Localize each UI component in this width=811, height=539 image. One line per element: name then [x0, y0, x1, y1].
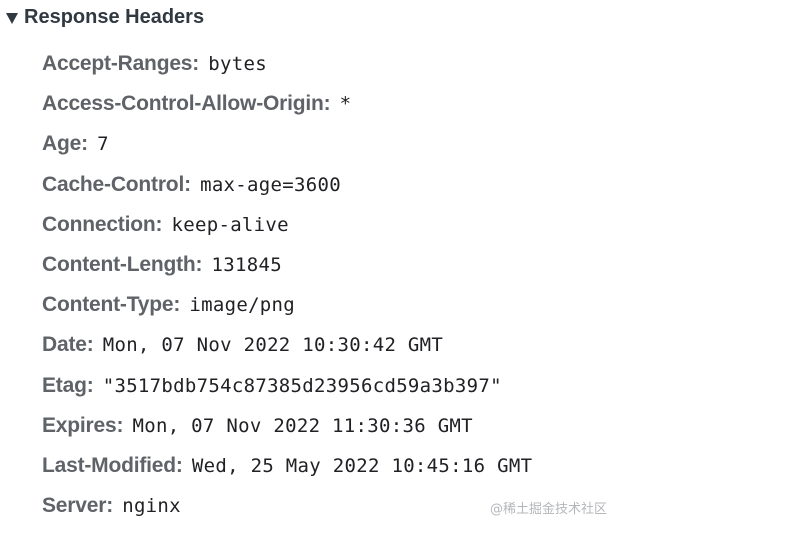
header-name: Server — [42, 494, 107, 518]
header-value: "3517bdb754c87385d23956cd59a3b397" — [102, 374, 502, 397]
header-name: Content-Type — [42, 293, 174, 317]
header-separator: : — [323, 92, 331, 116]
header-value: bytes — [208, 53, 267, 76]
header-value: image/png — [189, 294, 296, 317]
header-value: 7 — [97, 133, 109, 156]
header-separator: : — [86, 333, 94, 357]
header-value: Mon, 07 Nov 2022 11:30:36 GMT — [132, 414, 473, 437]
header-separator: : — [116, 413, 124, 437]
header-value: nginx — [122, 495, 181, 518]
header-row: Etag: "3517bdb754c87385d23956cd59a3b397" — [42, 366, 532, 406]
header-separator: : — [86, 373, 94, 397]
response-headers-panel: Response Headers Accept-Ranges: bytes Acc… — [0, 0, 811, 539]
header-name: Age — [42, 132, 82, 156]
header-value: 131845 — [211, 254, 282, 277]
watermark: @稀土掘金技术社区 — [490, 502, 608, 517]
header-separator: : — [81, 132, 89, 156]
header-value: max-age=3600 — [200, 173, 341, 196]
header-row: Age:7 — [42, 124, 532, 164]
section-title: Response Headers — [24, 5, 205, 28]
header-name: Date — [42, 333, 87, 357]
header-name: Cache-Control — [42, 172, 185, 196]
triangle-down-icon[interactable] — [6, 12, 18, 24]
header-name: Etag — [42, 373, 87, 397]
header-value: Wed, 25 May 2022 10:45:16 GMT — [191, 454, 533, 477]
response-headers-toggle[interactable]: Response Headers — [6, 4, 204, 30]
header-value: Mon, 07 Nov 2022 10:30:42 GMT — [102, 334, 444, 357]
header-row: Access-Control-Allow-Origin: * — [42, 84, 532, 124]
header-value: * — [339, 93, 352, 116]
header-value: keep-alive — [171, 213, 289, 236]
header-separator: : — [184, 172, 192, 196]
header-separator: : — [106, 494, 114, 518]
header-separator: : — [195, 253, 203, 277]
header-name: Accept-Ranges — [42, 52, 193, 76]
header-row: Content-Type: image/png — [42, 285, 532, 325]
header-separator: : — [173, 293, 181, 317]
header-name: Access-Control-Allow-Origin — [42, 92, 324, 116]
header-row: Server: nginx — [42, 486, 532, 526]
header-list: Accept-Ranges: bytes Access-Control-Allow… — [42, 44, 532, 526]
header-name: Last-Modified — [42, 453, 176, 477]
header-row: Date: Mon, 07 Nov 2022 10:30:42 GMT — [42, 325, 532, 365]
header-separator: : — [192, 52, 200, 76]
header-name: Content-Length — [42, 253, 196, 277]
header-row: Expires: Mon, 07 Nov 2022 11:30:36 GMT — [42, 406, 532, 446]
header-row: Content-Length:131845 — [42, 245, 532, 285]
header-separator: : — [175, 453, 183, 477]
header-name: Connection — [42, 212, 156, 236]
header-row: Accept-Ranges: bytes — [42, 44, 532, 84]
header-name: Expires — [42, 413, 117, 437]
header-row: Connection: keep-alive — [42, 205, 532, 245]
header-row: Cache-Control: max-age=3600 — [42, 165, 532, 205]
header-separator: : — [155, 212, 163, 236]
header-row: Last-Modified: Wed, 25 May 2022 10:45:16 … — [42, 446, 532, 486]
